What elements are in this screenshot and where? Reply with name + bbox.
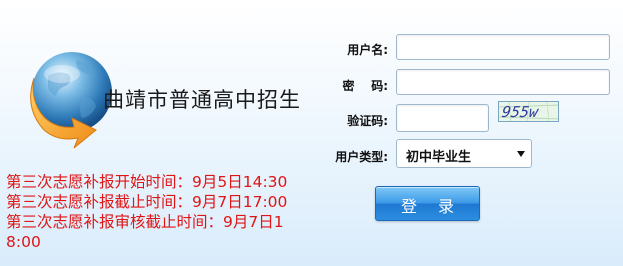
schedule-notice: 第三次志愿补报开始时间：9月5日14:30 第三次志愿补报截止时间：9月7日17… [6, 172, 296, 252]
captcha-input[interactable] [396, 104, 489, 132]
login-form: 用户名: 密 码: 验证码: 955w 用户类型: 初中毕业生 登 录 [300, 0, 623, 266]
user-type-select[interactable]: 初中毕业生 [396, 139, 532, 168]
login-page: 曲靖市普通高中招生 第三次志愿补报开始时间：9月5日14:30 第三次志愿补报截… [0, 0, 623, 266]
dropdown-arrow-icon [517, 151, 525, 157]
captcha-code: 955w [500, 103, 540, 121]
user-type-label: 用户类型: [335, 150, 388, 164]
captcha-image[interactable]: 955w [498, 101, 559, 122]
login-button-label: 登 录 [400, 197, 463, 216]
site-title: 曲靖市普通高中招生 [103, 88, 301, 112]
password-input[interactable] [396, 69, 610, 95]
username-label: 用户名: [347, 43, 388, 57]
notice-review-deadline: 第三次志愿补报审核截止时间：9月7日18:00 [6, 213, 284, 251]
notice-deadline: 第三次志愿补报截止时间：9月7日17:00 [6, 193, 288, 211]
password-label: 密 码: [342, 79, 388, 93]
username-input[interactable] [396, 34, 610, 60]
captcha-label: 验证码: [347, 114, 388, 128]
notice-start-time: 第三次志愿补报开始时间：9月5日14:30 [6, 173, 288, 191]
user-type-selected: 初中毕业生 [406, 150, 472, 165]
login-button[interactable]: 登 录 [375, 186, 480, 221]
